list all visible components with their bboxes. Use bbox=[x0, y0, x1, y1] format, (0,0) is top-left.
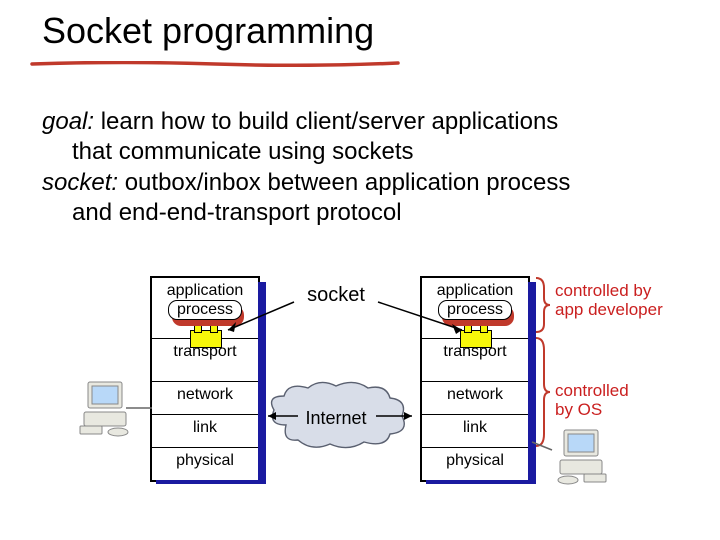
computer-icon-right bbox=[548, 426, 608, 486]
controlled-by-os: controlledby OS bbox=[555, 382, 629, 419]
line-computer-left bbox=[124, 400, 154, 416]
arrow-socket-left bbox=[222, 300, 296, 334]
socket-icon bbox=[190, 330, 222, 348]
bracket-developer bbox=[534, 276, 552, 334]
goal-label: goal: bbox=[42, 108, 94, 135]
arrow-link-left bbox=[262, 410, 300, 422]
application-label: application bbox=[424, 282, 526, 300]
line-computer-right bbox=[530, 438, 554, 454]
application-label: application bbox=[154, 282, 256, 300]
link-layer-right: link bbox=[422, 415, 528, 448]
internet-label: Internet bbox=[300, 408, 372, 429]
goal-text-2: that communicate using sockets bbox=[42, 138, 660, 166]
diagram-area: application process transport network li… bbox=[0, 270, 720, 520]
arrow-link-right bbox=[374, 410, 418, 422]
transport-layer-right: transport bbox=[422, 339, 528, 382]
socket-text-1: outbox/inbox between application process bbox=[118, 169, 570, 196]
socket-text-2: and end-end-transport protocol bbox=[42, 199, 660, 227]
intro-text: goal: learn how to build client/server a… bbox=[42, 108, 660, 229]
physical-layer-right: physical bbox=[422, 448, 528, 480]
network-layer-left: network bbox=[152, 382, 258, 415]
title-underline bbox=[30, 54, 400, 60]
arrow-socket-right bbox=[376, 300, 470, 334]
socket-center-label: socket bbox=[296, 284, 376, 307]
page-title: Socket programming bbox=[42, 10, 374, 52]
controlled-by-developer: controlled byapp developer bbox=[555, 282, 663, 319]
socket-label: socket: bbox=[42, 169, 118, 196]
network-layer-right: network bbox=[422, 382, 528, 415]
transport-layer-left: transport bbox=[152, 339, 258, 382]
goal-text-1: learn how to build client/server applica… bbox=[94, 108, 558, 135]
physical-layer-left: physical bbox=[152, 448, 258, 480]
link-layer-left: link bbox=[152, 415, 258, 448]
